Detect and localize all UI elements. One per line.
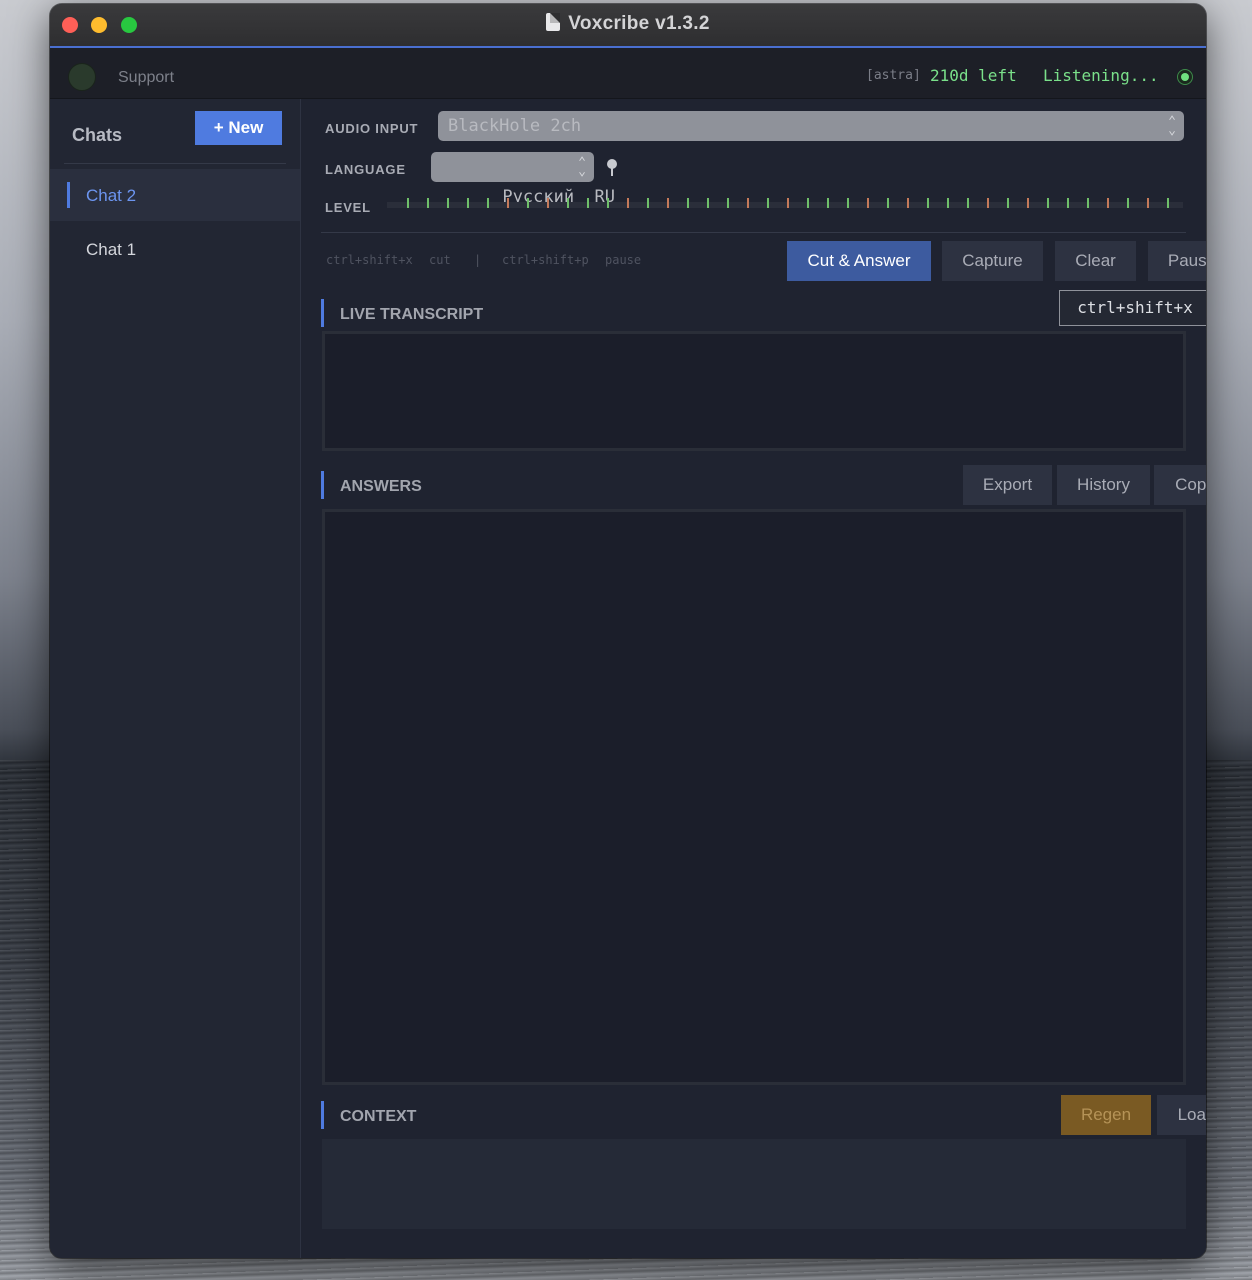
level-tick (507, 198, 509, 208)
answers-marker (321, 471, 324, 499)
user-tag: [astra] (866, 68, 921, 83)
pin-icon[interactable] (607, 159, 617, 176)
load-button[interactable]: Load (1157, 1095, 1206, 1135)
level-tick (487, 198, 489, 208)
level-tick (1067, 198, 1069, 208)
window-title-text: Voxcribe v1.3.2 (568, 13, 710, 34)
live-transcript-panel[interactable] (322, 331, 1186, 451)
level-tick (827, 198, 829, 208)
sidebar-item-chat-2[interactable]: Chat 2 (50, 169, 300, 221)
pause-button[interactable]: Pause (1148, 241, 1206, 281)
level-tick (1007, 198, 1009, 208)
level-tick (1107, 198, 1109, 208)
level-tick (527, 198, 529, 208)
hint-pause-label: pause (605, 253, 642, 267)
title-bar: Voxcribe v1.3.2 (50, 4, 1206, 48)
context-marker (321, 1101, 324, 1129)
answers-panel[interactable] (322, 509, 1186, 1085)
copy-button[interactable]: Copy (1154, 465, 1206, 505)
regen-button[interactable]: Regen (1061, 1095, 1151, 1135)
level-tick (707, 198, 709, 208)
document-icon (546, 13, 561, 31)
export-button[interactable]: Export (963, 465, 1052, 505)
level-tick (907, 198, 909, 208)
level-tick (607, 198, 609, 208)
language-select[interactable]: Русский RU ⌃ ⌄ (431, 152, 615, 207)
level-tick (547, 198, 549, 208)
level-tick (887, 198, 889, 208)
language-label: LANGUAGE (325, 162, 406, 177)
hint-cut-keys: ctrl+shift+x (326, 253, 413, 267)
audio-input-label: AUDIO INPUT (325, 121, 419, 136)
main-panel: AUDIO INPUT BlackHole 2ch ⌃ ⌄ LANGUAGE Ру… (301, 99, 1206, 1258)
new-chat-button[interactable]: + New (195, 111, 282, 145)
answers-title: ANSWERS (340, 478, 422, 495)
level-tick (1127, 198, 1129, 208)
sidebar-title: Chats (72, 125, 123, 145)
level-tick (727, 198, 729, 208)
hint-separator: | (474, 253, 482, 267)
level-tick (407, 198, 409, 208)
level-label: LEVEL (325, 200, 371, 215)
level-tick (447, 198, 449, 208)
app-window: Voxcribe v1.3.2 Support [astra] 210d lef… (50, 4, 1206, 1258)
context-title: CONTEXT (340, 1108, 417, 1125)
level-meter (387, 198, 1183, 208)
live-transcript-marker (321, 299, 324, 327)
capture-button[interactable]: Capture (942, 241, 1043, 281)
level-tick (567, 198, 569, 208)
sidebar-item-chat-1[interactable]: Chat 1 (50, 223, 300, 275)
level-tick (627, 198, 629, 208)
history-button[interactable]: History (1057, 465, 1150, 505)
days-left: 210d left (930, 66, 1017, 85)
shortcut-tooltip: ctrl+shift+x (1059, 290, 1206, 326)
audio-input-value: BlackHole 2ch (448, 116, 582, 136)
cut-and-answer-button[interactable]: Cut & Answer (787, 241, 931, 281)
level-tick (1027, 198, 1029, 208)
hint-cut-label: cut (429, 253, 451, 267)
level-tick (987, 198, 989, 208)
active-indicator (67, 182, 70, 208)
live-transcript-title: LIVE TRANSCRIPT (340, 306, 484, 323)
level-tick (647, 198, 649, 208)
controls-divider (321, 232, 1186, 233)
level-tick (807, 198, 809, 208)
level-tick (687, 198, 689, 208)
top-status-bar: Support [astra] 210d left Listening... (50, 48, 1206, 99)
level-tick (1087, 198, 1089, 208)
context-input[interactable] (322, 1139, 1186, 1229)
sidebar-item-label: Chat 2 (86, 186, 137, 205)
support-link[interactable]: Support (118, 69, 174, 87)
level-tick (967, 198, 969, 208)
sidebar-divider (64, 163, 286, 164)
level-tick (787, 198, 789, 208)
status-indicator-icon (1177, 69, 1193, 85)
sidebar: Chats + New Chat 2 Chat 1 (50, 99, 301, 1258)
level-tick (1167, 198, 1169, 208)
level-tick (867, 198, 869, 208)
window-title: Voxcribe v1.3.2 (50, 13, 1206, 35)
level-tick (747, 198, 749, 208)
sidebar-item-label: Chat 1 (86, 240, 137, 259)
level-tick (667, 198, 669, 208)
clear-button[interactable]: Clear (1055, 241, 1136, 281)
level-tick (467, 198, 469, 208)
level-tick (927, 198, 929, 208)
level-tick (847, 198, 849, 208)
audio-input-select[interactable]: BlackHole 2ch ⌃ ⌄ (438, 111, 1184, 141)
level-tick (947, 198, 949, 208)
level-tick (427, 198, 429, 208)
listening-status: Listening... (1043, 66, 1159, 85)
level-tick (1147, 198, 1149, 208)
level-tick (767, 198, 769, 208)
level-tick (587, 198, 589, 208)
hint-pause-keys: ctrl+shift+p (502, 253, 589, 267)
level-tick (1047, 198, 1049, 208)
support-avatar-icon[interactable] (68, 63, 96, 91)
